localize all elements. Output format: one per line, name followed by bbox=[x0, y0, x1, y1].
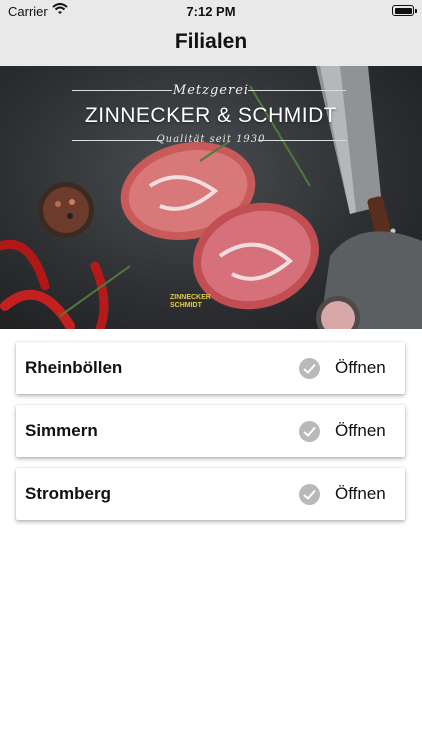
clock: 7:12 PM bbox=[186, 4, 236, 19]
brand-name: ZINNECKER & SCHMIDT bbox=[84, 104, 338, 127]
navigation-bar: Filialen bbox=[0, 22, 422, 67]
logo-text-line2: SCHMIDT bbox=[170, 302, 202, 309]
branch-name: Simmern bbox=[25, 421, 98, 440]
brand-tagline: Metzgerei bbox=[172, 83, 250, 98]
checkmark-circle-icon bbox=[299, 421, 320, 442]
page-title: Filialen bbox=[174, 30, 248, 53]
branch-list: Rheinböllen Öffnen Simmern Öffnen Stromb… bbox=[16, 342, 405, 531]
brand-subtitle: Qualität seit 1930 bbox=[156, 134, 266, 145]
open-button[interactable]: Öffnen bbox=[335, 421, 386, 441]
branch-row-stromberg[interactable]: Stromberg Öffnen bbox=[16, 468, 405, 520]
battery-icon bbox=[392, 5, 417, 16]
checkmark-circle-icon bbox=[299, 484, 320, 505]
checkmark-circle-icon bbox=[299, 358, 320, 379]
branch-row-rheinboellen[interactable]: Rheinböllen Öffnen bbox=[16, 342, 405, 394]
logo-text-line1: ZINNECKER bbox=[170, 294, 211, 301]
status-bar: Carrier 7:12 PM bbox=[0, 0, 422, 22]
open-button[interactable]: Öffnen bbox=[335, 484, 386, 504]
hero-banner-image: Metzgerei ZINNECKER & SCHMIDT Qualität s… bbox=[0, 66, 422, 329]
branch-row-simmern[interactable]: Simmern Öffnen bbox=[16, 405, 405, 457]
open-button[interactable]: Öffnen bbox=[335, 358, 386, 378]
branch-name: Stromberg bbox=[25, 484, 111, 503]
pig-logo: ZINNECKER SCHMIDT bbox=[170, 294, 211, 310]
branch-name: Rheinböllen bbox=[25, 358, 123, 377]
